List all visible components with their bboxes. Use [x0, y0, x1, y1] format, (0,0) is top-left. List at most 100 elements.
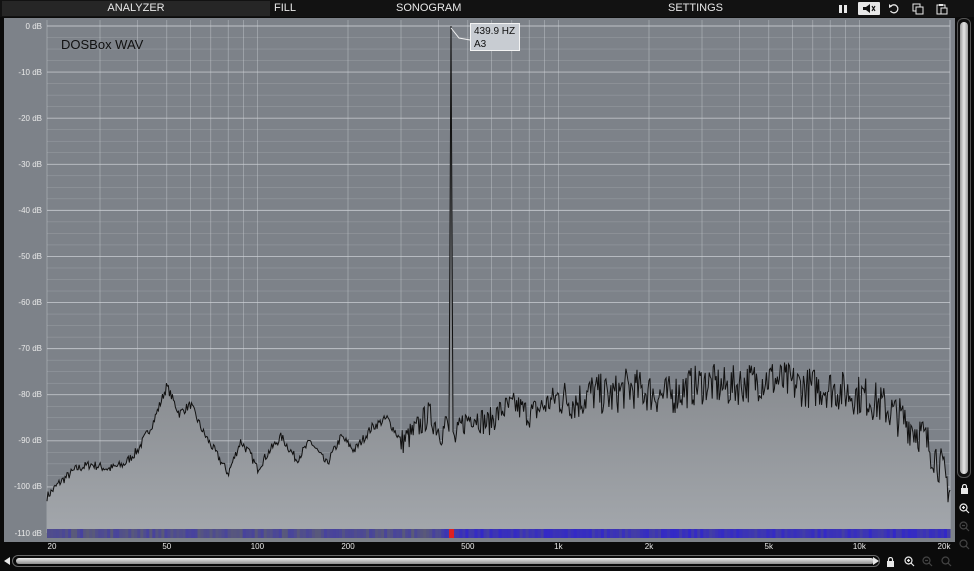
tab-settings[interactable]: SETTINGS	[668, 1, 738, 16]
spectrum-band-cell	[251, 529, 256, 538]
pause-button[interactable]	[835, 2, 851, 15]
spectrum-band-cell	[372, 529, 376, 538]
spectrum-band-cell	[116, 529, 120, 538]
spectrum-band-cell	[278, 529, 283, 538]
spectrum-band-cell	[757, 529, 761, 538]
spectrum-band-cell	[525, 529, 530, 538]
spectrum-band-cell	[408, 529, 412, 538]
spectrum-band-cell	[892, 529, 897, 538]
spectrum-band-cell	[925, 529, 930, 538]
tab-analyzer[interactable]: ANALYZER	[2, 1, 270, 16]
copy-button[interactable]	[910, 2, 926, 15]
spectrum-band-cell	[423, 529, 427, 538]
spectrum-band-cell	[230, 529, 235, 538]
spectrum-band-cell	[465, 529, 469, 538]
x-tick-label: 2k	[644, 542, 654, 551]
spectrum-band-cell	[164, 529, 168, 538]
spectrum-band-cell	[772, 529, 776, 538]
zoom-out-icon	[921, 556, 932, 567]
vertical-scrollbar-thumb[interactable]	[960, 22, 968, 474]
spectrum-band-cell	[62, 529, 66, 538]
zoom-in-icon	[903, 556, 914, 567]
spectrum-band-cell	[688, 529, 692, 538]
spectrum-plot-area[interactable]	[4, 18, 955, 542]
spectrum-band-cell	[588, 529, 593, 538]
spectrum-band-cell	[661, 529, 665, 538]
spectrum-band-cell	[549, 529, 554, 538]
spectrum-band-cell	[363, 529, 367, 538]
spectrum-band-cell	[110, 529, 114, 538]
spectrum-band-cell	[134, 529, 138, 538]
scroll-right-arrow-icon[interactable]	[871, 556, 881, 566]
spectrum-band-cell	[919, 529, 924, 538]
spectrum-band-cell	[227, 529, 232, 538]
spectrum-band-cell	[802, 529, 807, 538]
zoom-out-horizontal-button[interactable]	[920, 555, 934, 568]
vertical-scrollbar[interactable]	[957, 18, 971, 478]
spectrum-band-cell	[682, 529, 686, 538]
spectrum-band-cell	[107, 529, 111, 538]
spectrum-band-cell	[308, 529, 313, 538]
spectrum-band-cell	[68, 529, 72, 538]
paste-button[interactable]	[934, 2, 950, 15]
spectrum-band-cell	[146, 529, 150, 538]
spectrum-band-cell	[435, 529, 439, 538]
x-tick-label: 500	[461, 542, 475, 551]
spectrum-band-cell	[417, 529, 421, 538]
spectrum-band-cell	[281, 529, 286, 538]
spectrum-band-cell	[128, 529, 132, 538]
spectrum-band-cell	[206, 529, 211, 538]
lock-horizontal-button[interactable]	[883, 555, 897, 568]
spectrum-band-cell	[369, 529, 373, 538]
spectrum-band-cell	[874, 529, 879, 538]
spectrum-band-cell	[462, 529, 466, 538]
zoom-reset-horizontal-button[interactable]	[939, 555, 953, 568]
reset-button[interactable]	[886, 2, 902, 15]
zoom-in-vertical-button[interactable]	[958, 502, 970, 514]
reset-icon	[889, 3, 899, 13]
spectrum-band-cell	[784, 529, 788, 538]
spectrum-band-cell	[594, 529, 599, 538]
menu-bar: ANALYZER FILL SONOGRAM SETTINGS	[0, 0, 974, 17]
zoom-reset-vertical-button[interactable]	[958, 538, 970, 550]
scroll-left-arrow-icon[interactable]	[2, 556, 12, 566]
spectrum-band-cell	[149, 529, 153, 538]
spectrum-band-cell	[170, 529, 174, 538]
horizontal-scrollbar-thumb[interactable]	[16, 558, 874, 564]
spectrum-band-cell	[513, 529, 518, 538]
spectrum-band-cell	[197, 529, 202, 538]
spectrum-band-cell	[468, 529, 472, 538]
zoom-in-horizontal-button[interactable]	[902, 555, 916, 568]
bottom-bar	[0, 552, 974, 571]
spectrum-band-cell	[429, 529, 433, 538]
y-tick-label: -60 dB	[18, 298, 42, 308]
spectrum-band-cell	[191, 529, 195, 538]
spectrum-band-cell	[748, 529, 752, 538]
spectrum-band-cell	[236, 529, 241, 538]
spectrum-band-cell	[305, 529, 310, 538]
spectrum-band-cell	[507, 529, 512, 538]
spectrum-band-cell	[495, 529, 499, 538]
spectrum-band-cell	[104, 529, 108, 538]
spectrum-band-cell	[131, 529, 135, 538]
tab-fill[interactable]: FILL	[274, 1, 314, 16]
spectrum-band-cell	[664, 529, 668, 538]
paste-icon	[936, 3, 948, 14]
tab-sonogram[interactable]: SONOGRAM	[396, 1, 476, 16]
spectrum-band-cell	[266, 529, 271, 538]
y-tick-label: -20 dB	[18, 113, 42, 123]
spectrum-band-cell	[366, 529, 370, 538]
spectrum-band-cell	[396, 529, 400, 538]
spectrum-band-cell	[567, 529, 572, 538]
spectrum-band-cell	[257, 529, 262, 538]
spectrum-band-cell	[715, 529, 719, 538]
x-tick-label: 1k	[554, 542, 563, 551]
monitor-button[interactable]	[858, 2, 880, 15]
spectrum-band-cell	[609, 529, 614, 538]
spectrum-band-cell	[904, 529, 909, 538]
lock-vertical-button[interactable]	[958, 483, 970, 495]
spectrum-band-cell	[263, 529, 268, 538]
spectrum-band-cell	[483, 529, 487, 538]
zoom-out-vertical-button[interactable]	[958, 520, 970, 532]
horizontal-scrollbar[interactable]	[12, 555, 880, 567]
